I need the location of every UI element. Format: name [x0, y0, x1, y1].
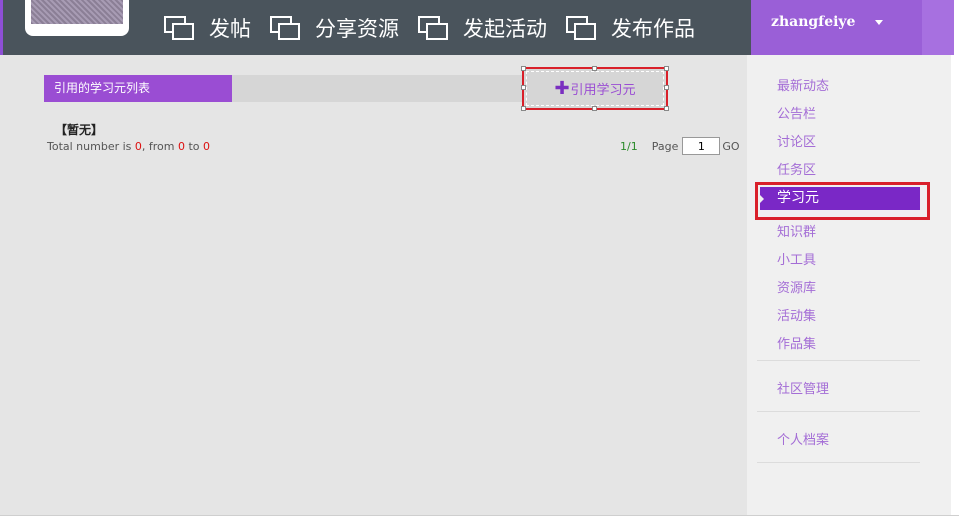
windows-icon	[164, 15, 194, 40]
site-logo[interactable]	[25, 0, 129, 36]
sidebar-item-learning-cells[interactable]: 学习元	[759, 187, 920, 210]
resize-handle	[664, 66, 669, 71]
sidebar-item-knowledge-groups[interactable]: 知识群	[777, 221, 816, 240]
from-value: 0	[178, 140, 185, 153]
sidebar-divider	[757, 411, 920, 412]
nav-share-resources-label: 分享资源	[315, 16, 399, 41]
username: zhangfeiye	[771, 14, 856, 30]
header-accent-strip	[922, 0, 954, 55]
app-frame: 发帖 分享资源 发起活动 发布作品 zhangfeiye 引用的学习元列表 ✚ …	[0, 0, 954, 515]
top-navbar: 发帖 分享资源 发起活动 发布作品 zhangfeiye	[0, 0, 954, 55]
quote-learning-cell-button[interactable]: ✚ 引用学习元	[521, 66, 669, 111]
resize-handle	[664, 85, 669, 90]
sidebar-divider	[757, 360, 920, 361]
nav-start-activity-label: 发起活动	[463, 16, 547, 41]
nav-share-resources[interactable]: 分享资源	[269, 13, 399, 43]
total-count: 0	[134, 140, 142, 153]
resize-handle	[592, 66, 597, 71]
windows-icon	[418, 15, 448, 40]
logo-image	[31, 0, 123, 24]
bottom-scrollbar-area	[0, 515, 959, 523]
sidebar-item-bulletin[interactable]: 公告栏	[777, 103, 816, 122]
quote-button-label: 引用学习元	[570, 83, 636, 98]
go-button[interactable]: GO	[722, 140, 739, 153]
nav-start-activity[interactable]: 发起活动	[417, 13, 547, 43]
nav-publish-work-label: 发布作品	[611, 16, 695, 41]
main-content: 引用的学习元列表 ✚ 引用学习元 【暂无】 Total number is 0,…	[0, 55, 747, 515]
page-number-input[interactable]	[682, 137, 721, 155]
resize-handle	[664, 106, 669, 111]
page-indicator: 1/1	[620, 139, 638, 153]
sidebar-item-resource-library[interactable]: 资源库	[777, 277, 816, 296]
from-label: , from	[141, 140, 178, 153]
sidebar-item-discussion[interactable]: 讨论区	[777, 131, 816, 150]
windows-icon	[566, 15, 596, 40]
sidebar-item-activities[interactable]: 活动集	[777, 305, 816, 324]
main-nav: 发帖 分享资源 发起活动 发布作品	[163, 0, 713, 55]
resize-handle	[592, 106, 597, 111]
sidebar-divider	[757, 462, 920, 463]
list-title: 引用的学习元列表	[44, 75, 232, 102]
to-value: 0	[203, 140, 211, 153]
sidebar: 最新动态 公告栏 讨论区 任务区 学习元 知识群 小工具 资源库 活动集 作品集…	[747, 55, 951, 515]
empty-state-text: 【暂无】	[55, 123, 104, 137]
windows-icon	[270, 15, 300, 40]
nav-post[interactable]: 发帖	[163, 13, 251, 43]
sidebar-item-works[interactable]: 作品集	[777, 333, 816, 352]
total-count-line: Total number is 0, from 0 to 0	[47, 140, 210, 153]
nav-publish-work[interactable]: 发布作品	[565, 13, 695, 43]
quote-button-inner: ✚ 引用学习元	[526, 71, 664, 106]
pagination: 1/1 Page GO	[620, 137, 740, 155]
sidebar-item-tools[interactable]: 小工具	[777, 249, 816, 268]
total-prefix: Total number is	[47, 140, 135, 153]
to-label: to	[185, 140, 204, 153]
caret-down-icon[interactable]	[875, 20, 883, 25]
resize-handle	[521, 106, 526, 111]
sidebar-item-tasks[interactable]: 任务区	[777, 159, 816, 178]
resize-handle	[521, 66, 526, 71]
plus-icon: ✚	[554, 77, 570, 99]
sidebar-item-latest-news[interactable]: 最新动态	[777, 75, 829, 94]
nav-post-label: 发帖	[209, 16, 251, 41]
page-label: Page	[651, 139, 679, 153]
sidebar-item-community-admin[interactable]: 社区管理	[777, 378, 829, 397]
list-title-bar: 引用的学习元列表	[44, 75, 524, 102]
sidebar-item-profile[interactable]: 个人档案	[777, 429, 829, 448]
resize-handle	[521, 85, 526, 90]
